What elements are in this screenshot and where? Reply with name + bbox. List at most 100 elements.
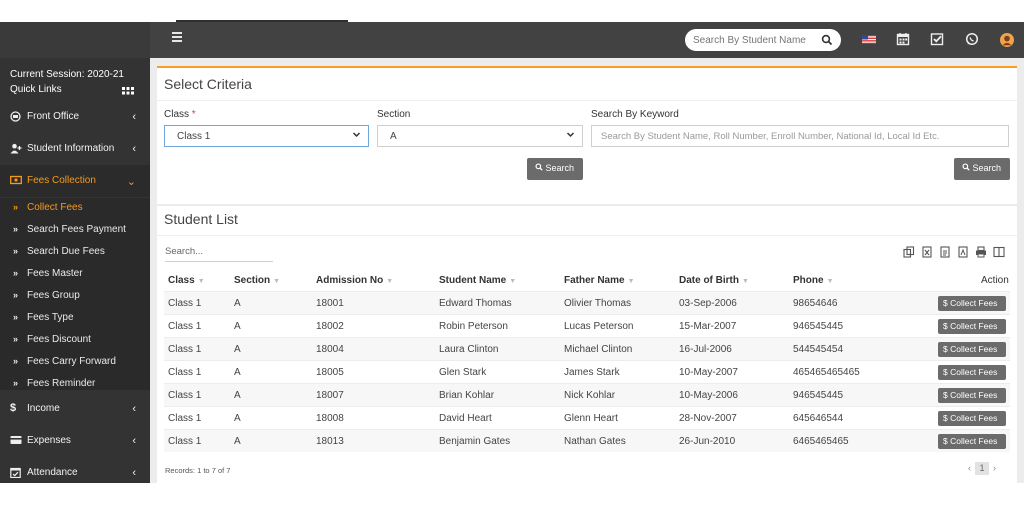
search-icon	[535, 163, 546, 173]
sidebar-item-fees-collection[interactable]: Fees Collection ⌄	[0, 165, 150, 197]
sidebar-item-student-information[interactable]: Student Information ‹	[0, 133, 150, 165]
sidebar-item-income[interactable]: $ Income ‹	[0, 393, 150, 425]
chevron-left-icon: ‹	[132, 435, 136, 447]
logo-area	[0, 22, 150, 58]
calendar-icon[interactable]	[895, 31, 913, 49]
submenu-item-collect-fees[interactable]: » Collect Fees	[0, 198, 150, 220]
column-header-date-of-birth[interactable]: Date of Birth ▼	[679, 275, 749, 286]
double-chevron-right-icon: »	[13, 356, 19, 366]
student-search-input[interactable]	[693, 32, 811, 48]
search-button-label: Search	[972, 163, 1002, 173]
collect-fees-button[interactable]: $ Collect Fees	[938, 434, 1006, 449]
next-page-icon[interactable]: ›	[993, 463, 996, 473]
front-office-icon	[10, 111, 21, 125]
submenu-item-fees-discount[interactable]: » Fees Discount	[0, 330, 150, 352]
column-header-action: Action	[981, 275, 1009, 286]
double-chevron-right-icon: »	[13, 246, 19, 256]
search-icon[interactable]	[821, 33, 833, 51]
double-chevron-right-icon: »	[13, 202, 19, 212]
keyword-search-input[interactable]: Search By Student Name, Roll Number, Enr…	[591, 125, 1009, 147]
cell-section: A	[234, 436, 241, 447]
submenu-item-fees-carry-forward[interactable]: » Fees Carry Forward	[0, 352, 150, 374]
chevron-left-icon: ‹	[132, 403, 136, 415]
collect-fees-button[interactable]: $ Collect Fees	[938, 296, 1006, 311]
section-select-value: A	[390, 131, 397, 142]
collect-fees-button[interactable]: $ Collect Fees	[938, 319, 1006, 334]
csv-icon[interactable]	[939, 245, 951, 263]
user-avatar[interactable]	[998, 31, 1016, 49]
cell-student-name: Laura Clinton	[439, 344, 499, 355]
column-header-class[interactable]: Class ▼	[168, 275, 205, 286]
student-list-title: Student List	[164, 211, 238, 227]
column-header-student-name[interactable]: Student Name ▼	[439, 275, 516, 286]
column-header-father-name[interactable]: Father Name ▼	[564, 275, 635, 286]
task-check-icon[interactable]	[929, 31, 947, 49]
cell-phone: 645646544	[793, 413, 844, 424]
copy-icon[interactable]	[903, 245, 915, 263]
search-by-keyword-button[interactable]: Search	[954, 158, 1010, 180]
print-icon[interactable]	[975, 245, 987, 263]
submenu-item-label: Fees Master	[27, 268, 83, 279]
submenu-item-label: Fees Carry Forward	[27, 356, 116, 367]
submenu-item-label: Search Due Fees	[27, 246, 105, 257]
submenu-item-label: Fees Reminder	[27, 378, 96, 389]
cell-admission-no: 18001	[316, 298, 344, 309]
submenu-item-label: Fees Discount	[27, 334, 91, 345]
quick-links-grid-icon[interactable]	[122, 84, 134, 102]
cell-admission-no: 18008	[316, 413, 344, 424]
page-number[interactable]: 1	[975, 462, 989, 475]
sidebar-item-front-office[interactable]: Front Office ‹	[0, 101, 150, 133]
submenu-item-fees-group[interactable]: » Fees Group	[0, 286, 150, 308]
prev-page-icon[interactable]: ‹	[968, 463, 971, 473]
column-header-admission-no[interactable]: Admission No ▼	[316, 275, 393, 286]
select-criteria-title: Select Criteria	[164, 76, 252, 92]
cell-section: A	[234, 321, 241, 332]
column-header-section[interactable]: Section ▼	[234, 275, 280, 286]
collect-fees-button[interactable]: $ Collect Fees	[938, 342, 1006, 357]
cell-section: A	[234, 367, 241, 378]
cell-phone: 465465465465	[793, 367, 860, 378]
sidebar-item-label: Income	[27, 403, 60, 414]
collect-fees-button[interactable]: $ Collect Fees	[938, 411, 1006, 426]
column-header-phone[interactable]: Phone ▼	[793, 275, 834, 286]
keyword-label: Search By Keyword	[591, 109, 679, 120]
whatsapp-icon[interactable]	[964, 31, 982, 49]
pdf-icon[interactable]	[957, 245, 969, 263]
cell-phone: 98654646	[793, 298, 838, 309]
section-select[interactable]: A	[377, 125, 583, 147]
class-select[interactable]: Class 1	[164, 125, 369, 147]
table-row: Class 1 A 18013 Benjamin Gates Nathan Ga…	[164, 429, 1010, 452]
cell-class: Class 1	[168, 321, 202, 332]
columns-icon[interactable]	[993, 245, 1005, 263]
search-by-class-button[interactable]: Search	[527, 158, 583, 180]
required-mark: *	[191, 109, 196, 120]
fees-collection-submenu: » Collect Fees » Search Fees Payment » S…	[0, 198, 150, 390]
chevron-down-icon: ⌄	[126, 176, 136, 188]
collect-fees-button[interactable]: $ Collect Fees	[938, 388, 1006, 403]
sidebar-item-expenses[interactable]: Expenses ‹	[0, 425, 150, 457]
session-info: Current Session: 2020-21 Quick Links	[10, 67, 124, 97]
cell-student-name: Edward Thomas	[439, 298, 512, 309]
submenu-item-fees-type[interactable]: » Fees Type	[0, 308, 150, 330]
money-icon	[10, 175, 22, 188]
top-navbar	[0, 22, 1024, 58]
cell-admission-no: 18013	[316, 436, 344, 447]
cell-date-of-birth: 10-May-2006	[679, 390, 738, 401]
quick-links-label[interactable]: Quick Links	[10, 82, 124, 97]
sidebar-item-attendance[interactable]: Attendance ‹	[0, 457, 150, 489]
collect-fees-button[interactable]: $ Collect Fees	[938, 365, 1006, 380]
submenu-item-search-due-fees[interactable]: » Search Due Fees	[0, 242, 150, 264]
cell-father-name: Nick Kohlar	[564, 390, 616, 401]
hamburger-menu-icon[interactable]	[172, 32, 182, 44]
table-search-placeholder: Search...	[165, 246, 204, 257]
cell-date-of-birth: 10-May-2007	[679, 367, 738, 378]
excel-icon[interactable]	[921, 245, 933, 263]
us-flag-icon[interactable]	[861, 31, 879, 49]
cell-date-of-birth: 15-Mar-2007	[679, 321, 737, 332]
table-row: Class 1 A 18001 Edward Thomas Olivier Th…	[164, 291, 1010, 314]
submenu-item-fees-master[interactable]: » Fees Master	[0, 264, 150, 286]
current-session: Current Session: 2020-21	[10, 69, 124, 80]
sort-icon: ▼	[509, 278, 517, 285]
submenu-item-search-fees-payment[interactable]: » Search Fees Payment	[0, 220, 150, 242]
table-search-input[interactable]: Search...	[165, 246, 273, 262]
